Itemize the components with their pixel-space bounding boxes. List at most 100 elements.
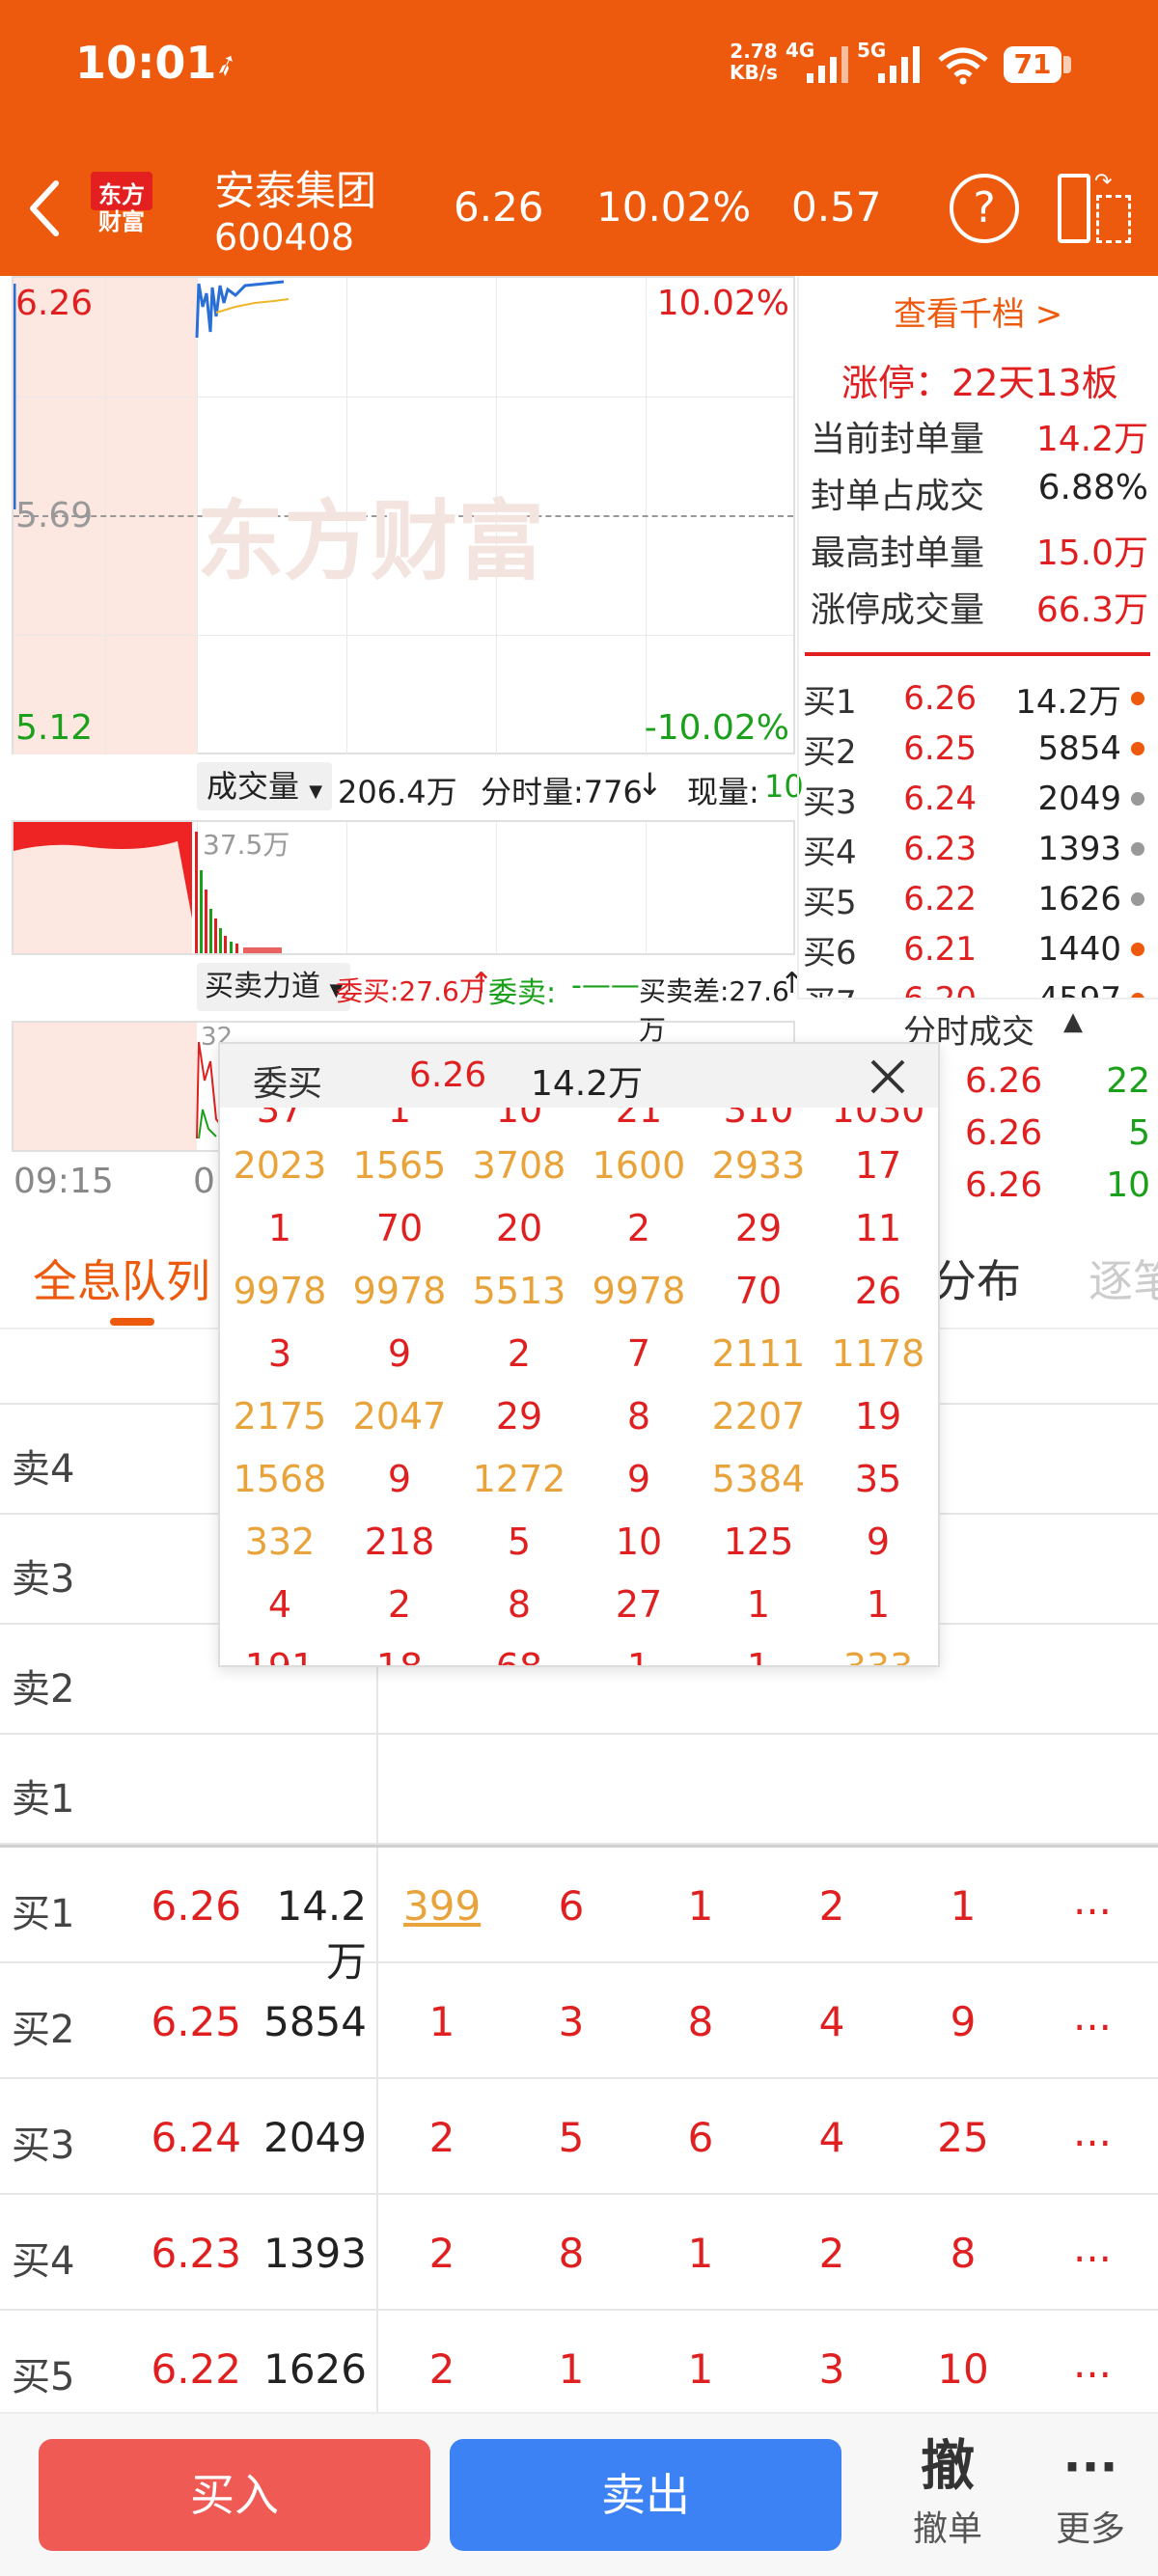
more-orders-button[interactable]: ...: [1054, 1992, 1131, 2040]
queue-order-cell[interactable]: 2: [403, 2114, 481, 2161]
queue-order-cell[interactable]: 1: [662, 1882, 739, 1930]
popup-order-cell: 8: [626, 1395, 651, 1438]
orderbook-row[interactable]: 买3 6.24 2049: [803, 774, 1150, 824]
view-thousand-link[interactable]: 查看千档 >: [894, 288, 1062, 335]
battery-icon: 71: [1004, 46, 1062, 83]
popup-order-cell: 5384: [711, 1458, 806, 1500]
queue-order-cell[interactable]: 3: [793, 2345, 870, 2393]
buy-row[interactable]: 买2 6.25 5854 1 3 8 4 9...: [0, 1963, 1158, 2079]
tick-volume: 5: [1128, 1113, 1150, 1153]
sell-row[interactable]: 卖1: [0, 1735, 1158, 1845]
queue-order-cell[interactable]: 2: [403, 2230, 481, 2277]
status-dot-icon: [1131, 742, 1144, 755]
popup-order-cell: 2: [626, 1207, 651, 1249]
buy-row[interactable]: 买1 6.26 14.2万 399 6 1 2 1...: [0, 1848, 1158, 1986]
buy-row[interactable]: 买3 6.24 2049 2 5 6 4 25...: [0, 2079, 1158, 2195]
popup-order-cell: 1272: [472, 1458, 566, 1500]
queue-order-cell[interactable]: 8: [924, 2230, 1002, 2277]
queue-order-cell[interactable]: 8: [662, 1998, 739, 2045]
volume-selector-label: 成交量: [207, 768, 300, 805]
buy-level: 买5: [12, 2355, 75, 2399]
buy-level: 买1: [12, 1892, 75, 1936]
queue-order-cell[interactable]: 2: [793, 1882, 870, 1930]
down-arrow-icon: ↓: [637, 766, 663, 803]
tick-volume: 22: [1106, 1061, 1150, 1101]
queue-order-cell[interactable]: 1: [662, 2345, 739, 2393]
orderbook-volume: 1393: [1037, 830, 1121, 868]
price-low-label: 5.12: [15, 708, 94, 748]
buy-level: 买3: [12, 2124, 75, 2168]
orderbook-row[interactable]: 买6 6.21 1440: [803, 924, 1150, 974]
queue-detail-popup[interactable]: 委买 6.26 14.2万 37 1 10 21 310 1030 2023 1565 3708…: [218, 1042, 940, 1667]
volume-chart[interactable]: 37.5万: [12, 820, 795, 955]
tab-distribution[interactable]: 分布: [932, 1247, 1021, 1310]
queue-order-cell[interactable]: 1: [662, 2230, 739, 2277]
landscape-icon[interactable]: ↷: [1058, 170, 1131, 247]
close-icon[interactable]: [868, 1057, 907, 1096]
more-button[interactable]: ··· 更多: [1033, 2433, 1148, 2568]
more-orders-button[interactable]: ...: [1054, 2340, 1131, 2387]
queue-order-cell[interactable]: 399: [403, 1882, 481, 1930]
queue-order-cell[interactable]: 1: [924, 1882, 1002, 1930]
tab-tick-by-tick[interactable]: 逐笔: [1089, 1247, 1158, 1310]
queue-order-cell[interactable]: 25: [924, 2114, 1002, 2161]
buy-button[interactable]: 买入: [39, 2439, 430, 2551]
price-line: [14, 280, 290, 509]
orderbook-level: 买4: [803, 833, 857, 872]
orderbook-row[interactable]: 买1 6.26 14.2万: [803, 673, 1150, 724]
buy-row[interactable]: 买4 6.23 1393 2 8 1 2 8...: [0, 2195, 1158, 2311]
cancel-order-button[interactable]: 撤 撤单: [890, 2433, 1006, 2568]
popup-order-cell: 10: [615, 1521, 663, 1563]
force-selector[interactable]: 买卖力道 ▼: [197, 963, 351, 1011]
queue-order-cell[interactable]: 10: [924, 2345, 1002, 2393]
battery-level: 71: [1013, 48, 1052, 80]
queue-order-cell[interactable]: 3: [533, 1998, 610, 2045]
more-orders-button[interactable]: ...: [1054, 2108, 1131, 2155]
popup-order-cell: 5513: [472, 1270, 566, 1312]
queue-order-cell[interactable]: 4: [793, 1998, 870, 2045]
queue-order-cell[interactable]: 5: [533, 2114, 610, 2161]
more-orders-button[interactable]: ...: [1054, 1877, 1131, 1924]
tab-queue[interactable]: 全息队列: [33, 1247, 210, 1310]
more-orders-button[interactable]: ...: [1054, 2224, 1131, 2271]
orderbook-row[interactable]: 买5 6.22 1626: [803, 874, 1150, 924]
queue-order-cell[interactable]: 1: [533, 2345, 610, 2393]
orderbook-row[interactable]: 买2 6.25 5854: [803, 724, 1150, 774]
queue-order-cell[interactable]: 8: [533, 2230, 610, 2277]
popup-order-cell: 20: [495, 1207, 543, 1249]
buy-row[interactable]: 买5 6.22 1626 2 1 1 3 10...: [0, 2311, 1158, 2426]
popup-order-cell: 125: [723, 1521, 794, 1563]
queue-order-cell[interactable]: 6: [662, 2114, 739, 2161]
logo-text-line2: 财富: [98, 208, 145, 235]
popup-order-cell: 1: [866, 1583, 891, 1626]
queue-order-cell[interactable]: 6: [533, 1882, 610, 1930]
popup-order-cell: 26: [854, 1270, 902, 1312]
price-high-label: 6.26: [15, 284, 94, 323]
volume-total: 206.4万: [338, 774, 457, 810]
wifi-icon: [938, 47, 988, 85]
cancel-label: 撤单: [912, 2509, 982, 2549]
logo-text-line1: 东方: [98, 181, 145, 208]
net-speed: 2.78 KB/s: [730, 41, 778, 83]
popup-price: 6.26: [409, 1055, 487, 1095]
queue-order-cell[interactable]: 2: [403, 2345, 481, 2393]
queue-order-cell[interactable]: 9: [924, 1998, 1002, 2045]
intraday-price-chart[interactable]: 东方财富 6.26 5.69 5.12 10.02% -10.02%: [12, 276, 795, 754]
volume-selector[interactable]: 成交量 ▼: [197, 762, 333, 810]
popup-order-cell: 70: [734, 1270, 783, 1312]
queue-order-cell[interactable]: 1: [403, 1998, 481, 2045]
sell-button[interactable]: 卖出: [450, 2439, 841, 2551]
help-icon[interactable]: ?: [950, 174, 1019, 243]
cancel-icon: 撤: [921, 2435, 975, 2498]
orderbook-row[interactable]: 买4 6.23 1393: [803, 824, 1150, 874]
tab-indicator: [110, 1318, 154, 1326]
battery-tip: [1063, 56, 1071, 73]
popup-order-cell: 9978: [233, 1270, 327, 1312]
queue-order-cell[interactable]: 2: [793, 2230, 870, 2277]
back-arrow-icon[interactable]: [25, 178, 64, 239]
status-dot-icon: [1131, 842, 1144, 856]
popup-volume: 14.2万: [531, 1064, 644, 1104]
force-header: 买卖力道 ▼ 委买:27.6万 ↑ 委卖: -—— 买卖差:27.6万 ↑: [12, 959, 804, 1046]
queue-order-cell[interactable]: 4: [793, 2114, 870, 2161]
dropdown-icon: ▼: [309, 781, 323, 802]
